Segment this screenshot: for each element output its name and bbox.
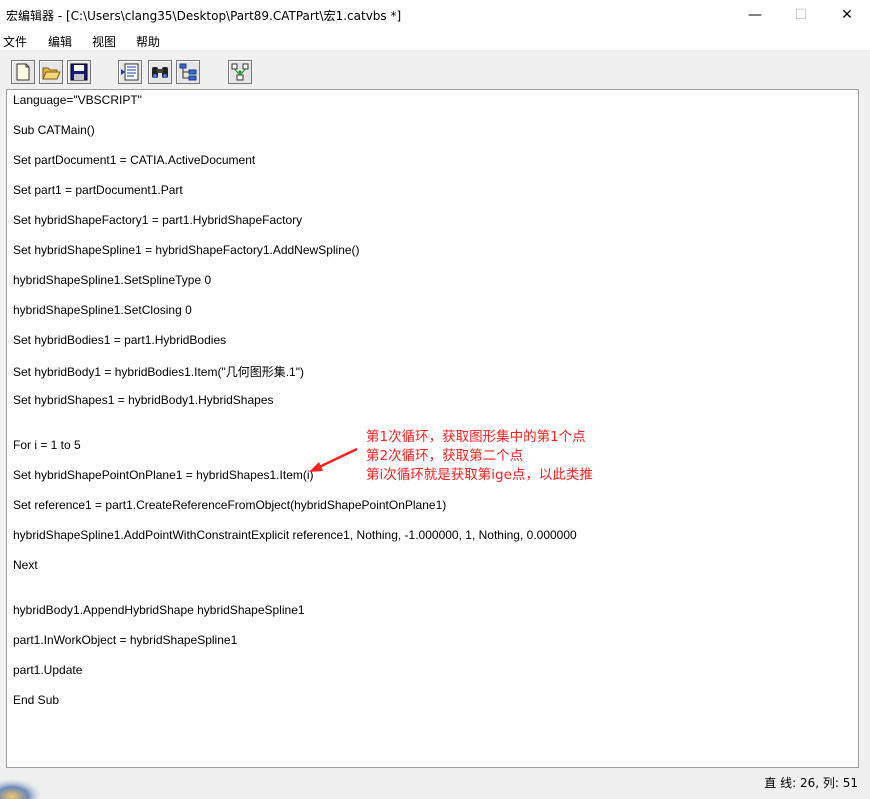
code-line: For i = 1 to 5 bbox=[13, 438, 81, 452]
code-line: Set hybridShapePointOnPlane1 = hybridSha… bbox=[13, 468, 314, 482]
cursor-position-status: 直 线: 26, 列: 51 bbox=[764, 776, 858, 790]
tree-structure-icon[interactable] bbox=[176, 60, 200, 84]
annotation-line-2: 第2次循环，获取第二个点 bbox=[366, 448, 524, 464]
code-line: Set hybridShapeSpline1 = hybridShapeFact… bbox=[13, 243, 360, 257]
code-editor[interactable]: Language="VBSCRIPT" Sub CATMain() Set pa… bbox=[6, 89, 859, 768]
annotation-line-1: 第1次循环，获取图形集中的第1个点 bbox=[366, 429, 586, 445]
code-line: part1.InWorkObject = hybridShapeSpline1 bbox=[13, 633, 238, 647]
code-line: Language="VBSCRIPT" bbox=[13, 93, 142, 107]
code-line: Set partDocument1 = CATIA.ActiveDocument bbox=[13, 153, 256, 167]
code-line: Set hybridBodies1 = part1.HybridBodies bbox=[13, 333, 227, 347]
code-line: Set part1 = partDocument1.Part bbox=[13, 183, 183, 197]
annotation-line-3: 第i次循环就是获取第ige点，以此类推 bbox=[366, 467, 593, 483]
code-line: Set hybridShapes1 = hybridBody1.HybridSh… bbox=[13, 393, 274, 407]
binoculars-find-icon[interactable] bbox=[148, 60, 172, 84]
new-file-icon[interactable] bbox=[11, 60, 35, 84]
menu-help[interactable]: 帮助 bbox=[136, 33, 160, 50]
save-disk-icon[interactable] bbox=[67, 60, 91, 84]
code-line: hybridBody1.AppendHybridShape hybridShap… bbox=[13, 603, 305, 617]
menu-file[interactable]: 文件 bbox=[3, 33, 27, 50]
code-line: Next bbox=[13, 558, 38, 572]
code-line: Set hybridShapeFactory1 = part1.HybridSh… bbox=[13, 213, 303, 227]
open-folder-icon[interactable] bbox=[39, 60, 63, 84]
close-button[interactable]: ✕ bbox=[824, 0, 870, 30]
code-line: Set hybridBody1 = hybridBodies1.Item("几何… bbox=[13, 365, 304, 379]
code-line: Sub CATMain() bbox=[13, 123, 95, 137]
title-bar: 宏编辑器 - [C:\Users\clang35\Desktop\Part89.… bbox=[0, 0, 870, 30]
status-bar: 直 线: 26, 列: 51 bbox=[0, 769, 870, 799]
code-line: hybridShapeSpline1.SetClosing 0 bbox=[13, 303, 192, 317]
tree-network-icon[interactable] bbox=[228, 60, 252, 84]
maximize-button[interactable]: ☐ bbox=[778, 0, 824, 30]
menu-view[interactable]: 视图 bbox=[92, 33, 116, 50]
menu-edit[interactable]: 编辑 bbox=[48, 33, 72, 50]
code-line: hybridShapeSpline1.AddPointWithConstrain… bbox=[13, 528, 577, 542]
code-line: hybridShapeSpline1.SetSplineType 0 bbox=[13, 273, 212, 287]
object-browser-icon[interactable] bbox=[118, 60, 142, 84]
code-line: part1.Update bbox=[13, 663, 83, 677]
code-line: End Sub bbox=[13, 693, 60, 707]
menu-bar: 文件 编辑 视图 帮助 bbox=[0, 30, 870, 50]
code-line: Set reference1 = part1.CreateReferenceFr… bbox=[13, 498, 447, 512]
minimize-button[interactable]: — bbox=[732, 0, 778, 30]
taskbar-glow-icon bbox=[0, 775, 40, 799]
window-title: 宏编辑器 - [C:\Users\clang35\Desktop\Part89.… bbox=[6, 9, 402, 23]
toolbar bbox=[0, 50, 870, 90]
annotation-arrow-icon bbox=[309, 447, 358, 472]
